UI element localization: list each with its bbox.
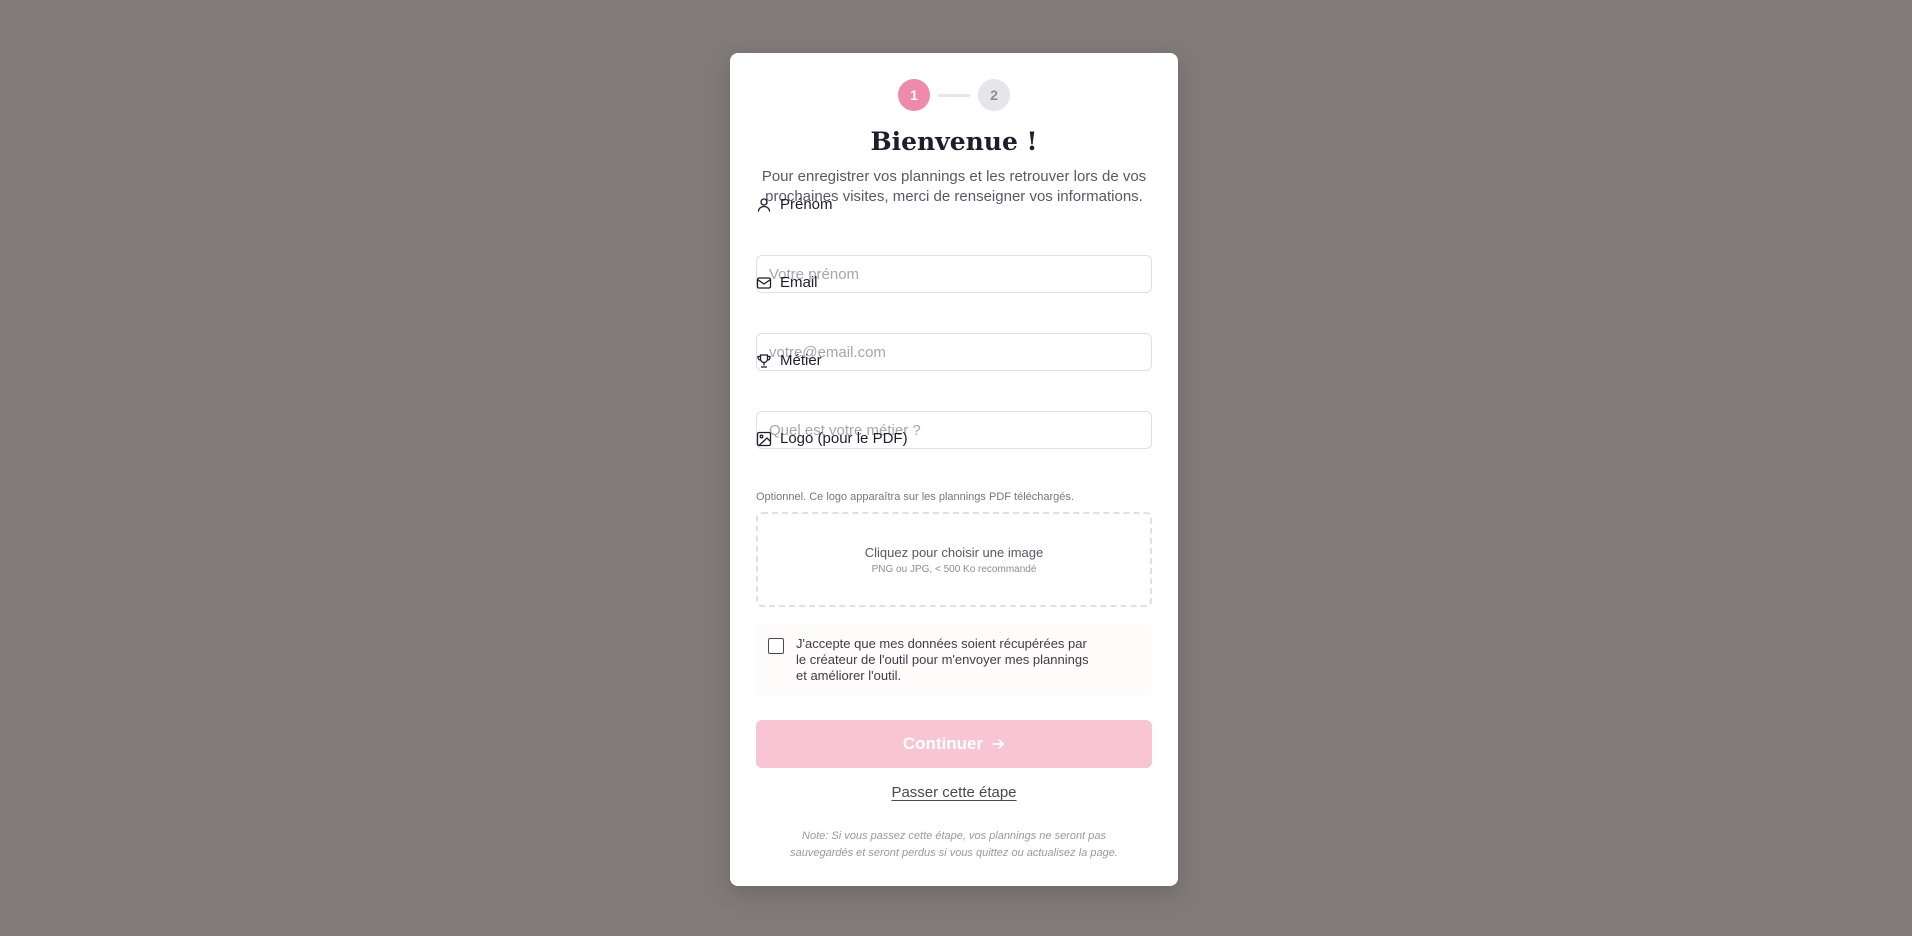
consent-checkbox[interactable] <box>768 638 784 654</box>
stepper: 1 2 <box>730 79 1178 111</box>
mail-icon <box>756 275 772 291</box>
step-2-indicator: 2 <box>978 79 1010 111</box>
email-label: Email <box>756 274 818 291</box>
metier-label: Métier <box>756 352 822 369</box>
consent-text: J'accepte que mes données soient récupér… <box>796 636 1089 683</box>
consent-box: J'accepte que mes données soient récupér… <box>756 624 1152 696</box>
dropzone-sub-text: PNG ou JPG, < 500 Ko recommandé <box>871 563 1037 575</box>
trophy-icon <box>756 353 772 369</box>
continue-button[interactable]: Continuer <box>756 720 1152 768</box>
step-1-indicator: 1 <box>898 79 930 111</box>
onboarding-card: 1 2 Bienvenue ! Pour enregistrer vos pla… <box>730 53 1178 886</box>
dropzone-main-text: Cliquez pour choisir une image <box>864 544 1044 560</box>
page-title: Bienvenue ! <box>870 127 1038 156</box>
logo-label-text: Logo (pour le PDF) <box>780 430 908 447</box>
logo-label: Logo (pour le PDF) <box>756 430 908 447</box>
logo-dropzone[interactable]: Cliquez pour choisir une image PNG ou JP… <box>756 512 1152 607</box>
arrow-right-icon <box>991 737 1005 751</box>
prenom-label-text: Prénom <box>780 196 833 213</box>
continue-label: Continuer <box>902 734 984 753</box>
prenom-label: Prénom <box>756 196 833 213</box>
email-label-text: Email <box>780 274 818 291</box>
image-icon <box>756 431 772 447</box>
user-icon <box>756 197 772 213</box>
stepper-connector <box>938 93 970 97</box>
skip-note: Note: Si vous passez cette étape, vos pl… <box>790 830 1118 859</box>
logo-hint: Optionnel. Ce logo apparaîtra sur les pl… <box>756 491 1074 503</box>
metier-label-text: Métier <box>780 352 822 369</box>
skip-container: Passer cette étape <box>730 784 1178 802</box>
skip-step-link[interactable]: Passer cette étape <box>891 784 1016 801</box>
